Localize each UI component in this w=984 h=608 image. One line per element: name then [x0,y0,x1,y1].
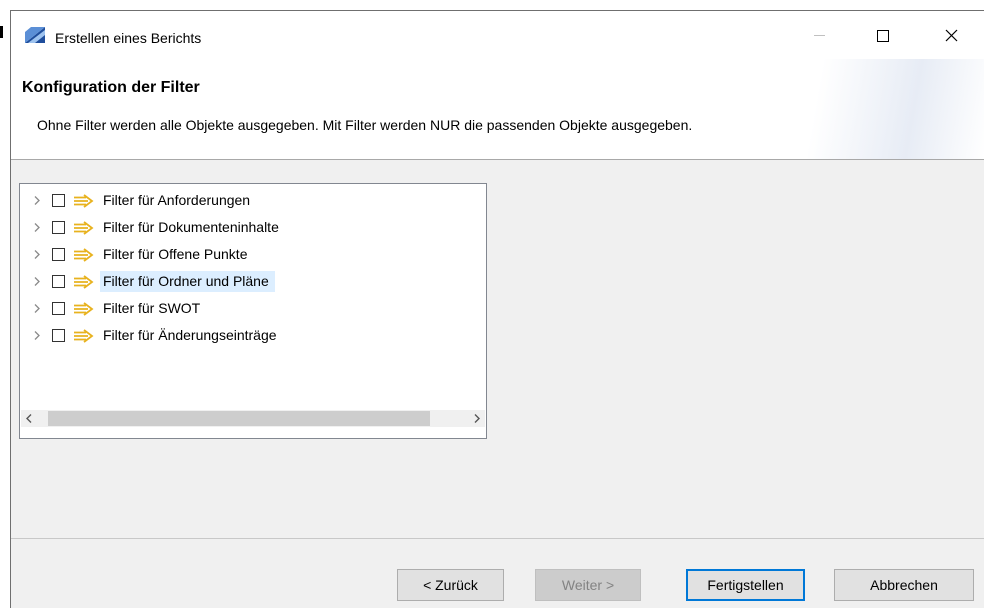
tree-item-label-selected[interactable]: Filter für Ordner und Pläne [100,271,275,292]
next-button[interactable]: Weiter > [535,569,641,601]
tree-item-label[interactable]: Filter für Offene Punkte [100,244,253,265]
close-button[interactable] [929,19,975,51]
tree-item-anforderungen[interactable]: Filter für Anforderungen [20,187,486,214]
dialog-window: Erstellen eines Berichts Konfiguration d… [10,10,984,608]
title-bar[interactable]: Erstellen eines Berichts [11,11,984,59]
maximize-button[interactable] [859,19,905,51]
filter-arrow-icon [74,329,94,343]
checkbox[interactable] [52,275,65,288]
button-bar: < Zurück Weiter > Fertigstellen Abbreche… [11,538,984,608]
scrollbar-thumb[interactable] [48,411,430,426]
checkbox[interactable] [52,329,65,342]
checkbox[interactable] [52,194,65,207]
tree-item-aenderungseintraege[interactable]: Filter für Änderungseinträge [20,322,486,349]
chevron-right-icon[interactable] [30,187,44,214]
chevron-right-icon[interactable] [30,268,44,295]
app-icon [25,27,45,43]
wizard-banner: Konfiguration der Filter Ohne Filter wer… [11,59,984,160]
chevron-right-icon[interactable] [30,241,44,268]
checkbox[interactable] [52,302,65,315]
tree-item-offene-punkte[interactable]: Filter für Offene Punkte [20,241,486,268]
filter-arrow-icon [74,194,94,208]
finish-button[interactable]: Fertigstellen [686,569,805,601]
chevron-right-icon[interactable] [30,322,44,349]
tree-item-label[interactable]: Filter für Dokumenteninhalte [100,217,285,238]
filter-arrow-icon [74,275,94,289]
checkbox[interactable] [52,248,65,261]
tree-item-label[interactable]: Filter für Änderungseinträge [100,325,283,346]
filter-arrow-icon [74,302,94,316]
page-description: Ohne Filter werden alle Objekte ausgegeb… [37,117,693,133]
tree-item-label[interactable]: Filter für Anforderungen [100,190,256,211]
wizard-content: Filter für Anforderungen Filter für Doku… [11,160,984,538]
scroll-right-icon[interactable] [468,410,485,427]
tree-item-dokumenteninhalte[interactable]: Filter für Dokumenteninhalte [20,214,486,241]
page-title: Konfiguration der Filter [22,79,200,96]
tree-item-label[interactable]: Filter für SWOT [100,298,206,319]
chevron-right-icon[interactable] [30,214,44,241]
filter-tree[interactable]: Filter für Anforderungen Filter für Doku… [19,183,487,439]
scroll-left-icon[interactable] [21,410,38,427]
checkbox[interactable] [52,221,65,234]
filter-arrow-icon [74,248,94,262]
window-title: Erstellen eines Berichts [55,30,202,46]
chevron-right-icon[interactable] [30,295,44,322]
minimize-button[interactable] [797,19,843,51]
background-window-edge [0,26,3,38]
back-button[interactable]: < Zurück [397,569,504,601]
cancel-button[interactable]: Abbrechen [834,569,974,601]
tree-item-swot[interactable]: Filter für SWOT [20,295,486,322]
tree-item-ordner-und-plaene[interactable]: Filter für Ordner und Pläne [20,268,486,295]
filter-arrow-icon [74,221,94,235]
horizontal-scrollbar[interactable] [21,410,485,427]
close-icon [945,29,958,42]
